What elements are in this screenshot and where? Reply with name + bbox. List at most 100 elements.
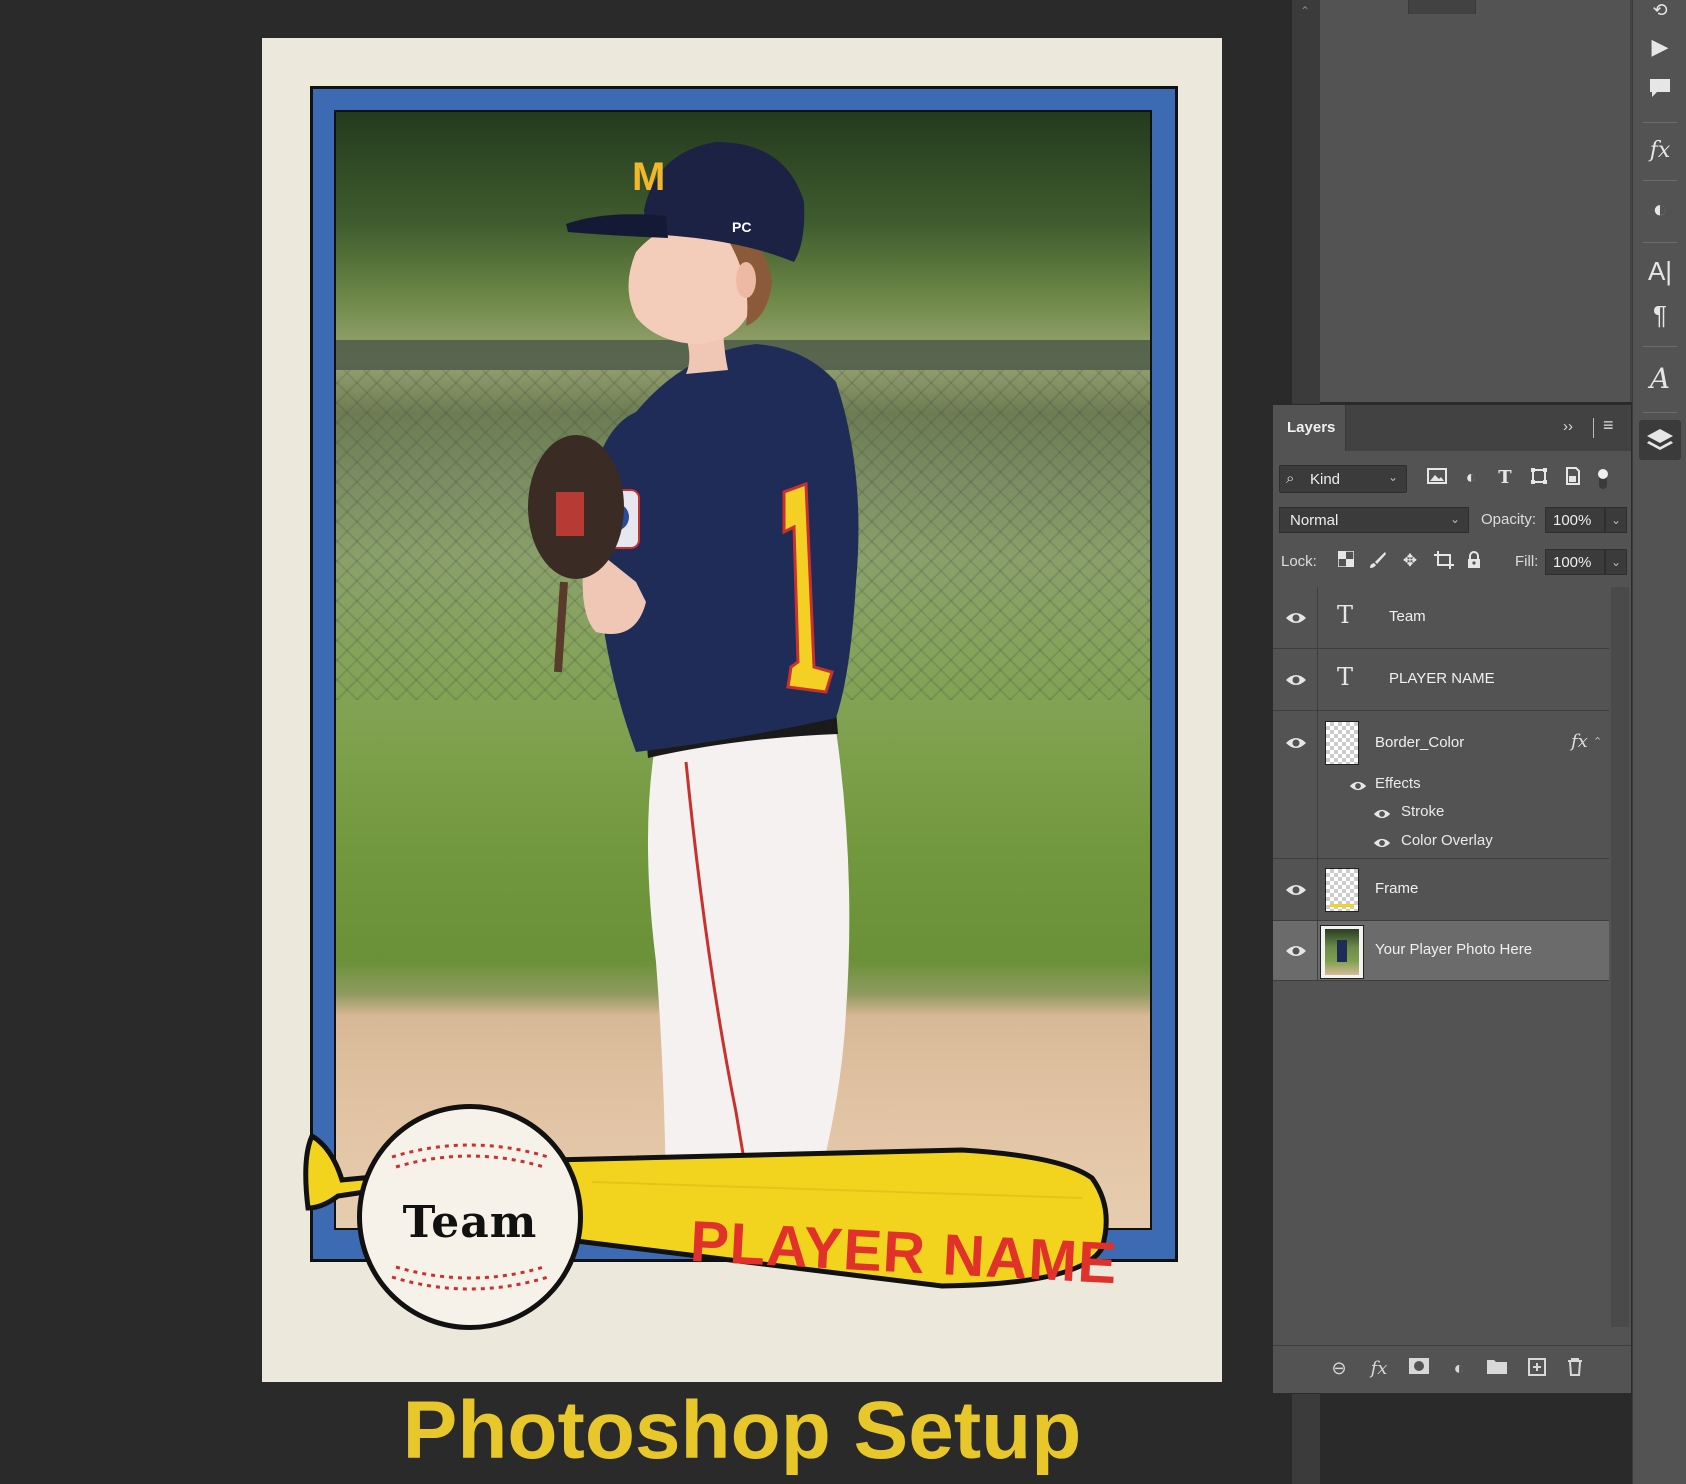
effects-collapse-caret-icon[interactable]: ⌃ <box>1593 735 1602 748</box>
visibility-eye-icon[interactable] <box>1285 672 1307 688</box>
document-canvas[interactable]: M PC Team PLAYER NAME Photoshop Setup <box>0 0 1292 1484</box>
upper-panel-tabs <box>1320 0 1631 14</box>
effects-eye-icon[interactable] <box>1349 779 1367 793</box>
svg-text:PC: PC <box>732 219 751 235</box>
new-group-icon[interactable] <box>1485 1358 1509 1382</box>
layer-name[interactable]: Border_Color <box>1375 734 1464 751</box>
layer-list: T Team T PLAYER NAME Border_Color fx ⌃ E… <box>1273 587 1609 1387</box>
kind-filter-select[interactable]: ⌕ Kind ⌄ <box>1279 465 1407 493</box>
scroll-up-chevron-icon[interactable]: ⌃ <box>1300 4 1310 18</box>
layers-footer: ⊖ fx ◐ <box>1273 1345 1631 1392</box>
kind-filter-label: Kind <box>1310 471 1341 488</box>
upper-panel-dock <box>1320 0 1631 402</box>
smart-object-thumbnail <box>1320 925 1364 979</box>
opacity-label: Opacity: <box>1481 511 1537 528</box>
hamburger-menu-icon[interactable]: ≡ <box>1603 415 1614 436</box>
character-icon[interactable]: A| <box>1633 256 1686 287</box>
svg-text:M: M <box>632 155 665 199</box>
stroke-eye-icon[interactable] <box>1373 807 1391 821</box>
opacity-dropdown-chevron-icon[interactable]: ⌄ <box>1605 507 1627 533</box>
link-layers-icon[interactable]: ⊖ <box>1327 1358 1351 1382</box>
text-layer-icon: T <box>1337 601 1354 629</box>
lock-label: Lock: <box>1281 553 1317 570</box>
comment-icon[interactable] <box>1633 76 1686 105</box>
layer-name[interactable]: Team <box>1389 608 1426 625</box>
tab-layers-label: Layers <box>1287 419 1336 436</box>
layer-row-player-name[interactable]: T PLAYER NAME <box>1273 649 1609 711</box>
add-mask-icon[interactable] <box>1407 1358 1431 1382</box>
effect-color-overlay[interactable]: Color Overlay <box>1401 832 1493 849</box>
baseball-graphic: Team <box>357 1104 583 1330</box>
team-label-text: Team <box>402 1197 538 1248</box>
lock-transparent-icon[interactable] <box>1335 550 1357 573</box>
player-figure: M PC <box>528 142 859 1228</box>
smart-object-filter-icon[interactable] <box>1561 467 1585 491</box>
type-filter-icon[interactable]: T <box>1493 467 1517 491</box>
layer-name[interactable]: Frame <box>1375 880 1418 897</box>
layer-row-frame[interactable]: Frame <box>1273 859 1609 921</box>
tabbar-divider <box>1593 418 1594 438</box>
lock-artboard-icon[interactable] <box>1433 551 1455 573</box>
add-style-icon[interactable]: fx <box>1367 1358 1391 1382</box>
paragraph-icon[interactable]: ¶ <box>1633 300 1686 331</box>
opacity-input[interactable]: 100% <box>1545 507 1605 533</box>
iconbar-separator <box>1643 180 1677 181</box>
layer-name[interactable]: Your Player Photo Here <box>1375 941 1532 958</box>
visibility-eye-icon[interactable] <box>1285 610 1307 626</box>
search-icon: ⌕ <box>1286 470 1295 487</box>
play-icon[interactable]: ▶ <box>1633 34 1686 60</box>
layer-row-border-color[interactable]: Border_Color fx ⌃ Effects Stroke Color O… <box>1273 711 1609 859</box>
styles-fx-icon[interactable]: fx <box>1633 138 1686 163</box>
iconbar-separator <box>1643 346 1677 347</box>
shape-filter-icon[interactable] <box>1527 467 1551 491</box>
new-layer-icon[interactable] <box>1525 1358 1549 1382</box>
blend-mode-value: Normal <box>1290 512 1339 529</box>
visibility-eye-icon[interactable] <box>1285 882 1307 898</box>
new-adjustment-icon[interactable]: ◐ <box>1447 1358 1471 1382</box>
layers-tabbar: Layers ›› ≡ <box>1273 405 1631 451</box>
row-divider <box>1317 587 1318 648</box>
image-filter-icon[interactable] <box>1425 467 1449 491</box>
upper-tab-1[interactable] <box>1320 0 1409 14</box>
chevron-down-icon: ⌄ <box>1387 470 1398 484</box>
lock-all-icon[interactable] <box>1463 551 1485 573</box>
visibility-eye-icon[interactable] <box>1285 735 1307 751</box>
layers-icon[interactable] <box>1633 426 1686 461</box>
upper-tab-2[interactable] <box>1475 0 1631 14</box>
iconbar-separator <box>1643 122 1677 123</box>
fill-input[interactable]: 100% <box>1545 549 1605 575</box>
chevron-down-icon: ⌄ <box>1449 512 1460 526</box>
layer-thumbnail <box>1325 868 1359 912</box>
fill-value: 100% <box>1553 554 1592 571</box>
baseball-card: M PC Team PLAYER NAME <box>262 38 1222 1382</box>
layer-name[interactable]: PLAYER NAME <box>1389 670 1495 687</box>
blend-mode-select[interactable]: Normal ⌄ <box>1279 507 1469 533</box>
color-overlay-eye-icon[interactable] <box>1373 836 1391 850</box>
fill-dropdown-chevron-icon[interactable]: ⌄ <box>1605 549 1627 575</box>
row-divider <box>1317 859 1318 920</box>
fill-label: Fill: <box>1515 553 1539 570</box>
layer-effects-fx-icon[interactable]: fx <box>1571 731 1588 752</box>
right-panel-iconbar: ⟲ ▶ fx ◐ A| ¶ A <box>1632 0 1686 1484</box>
effect-stroke[interactable]: Stroke <box>1401 803 1444 820</box>
lock-image-icon[interactable] <box>1367 551 1389 573</box>
row-divider <box>1317 921 1318 980</box>
layer-row-team[interactable]: T Team <box>1273 587 1609 649</box>
effects-label[interactable]: Effects <box>1375 775 1421 792</box>
delete-layer-icon[interactable] <box>1563 1358 1587 1382</box>
layers-scrollbar[interactable] <box>1611 587 1629 1327</box>
row-divider <box>1317 649 1318 710</box>
visibility-eye-icon[interactable] <box>1285 943 1307 959</box>
lock-position-icon[interactable]: ✥ <box>1399 551 1421 573</box>
tab-layers[interactable]: Layers <box>1273 405 1346 451</box>
glyphs-icon[interactable]: A <box>1633 362 1686 395</box>
row-divider <box>1317 711 1318 858</box>
history-icon[interactable]: ⟲ <box>1633 0 1686 21</box>
layer-row-player-photo[interactable]: Your Player Photo Here <box>1273 921 1609 981</box>
adjustments-icon[interactable]: ◐ <box>1633 196 1686 224</box>
layer-thumbnail <box>1325 721 1359 765</box>
iconbar-separator <box>1643 412 1677 413</box>
adjustment-filter-icon[interactable]: ◐ <box>1459 467 1483 491</box>
double-chevron-right-icon[interactable]: ›› <box>1563 418 1573 435</box>
filter-toggle-icon[interactable] <box>1591 467 1615 491</box>
